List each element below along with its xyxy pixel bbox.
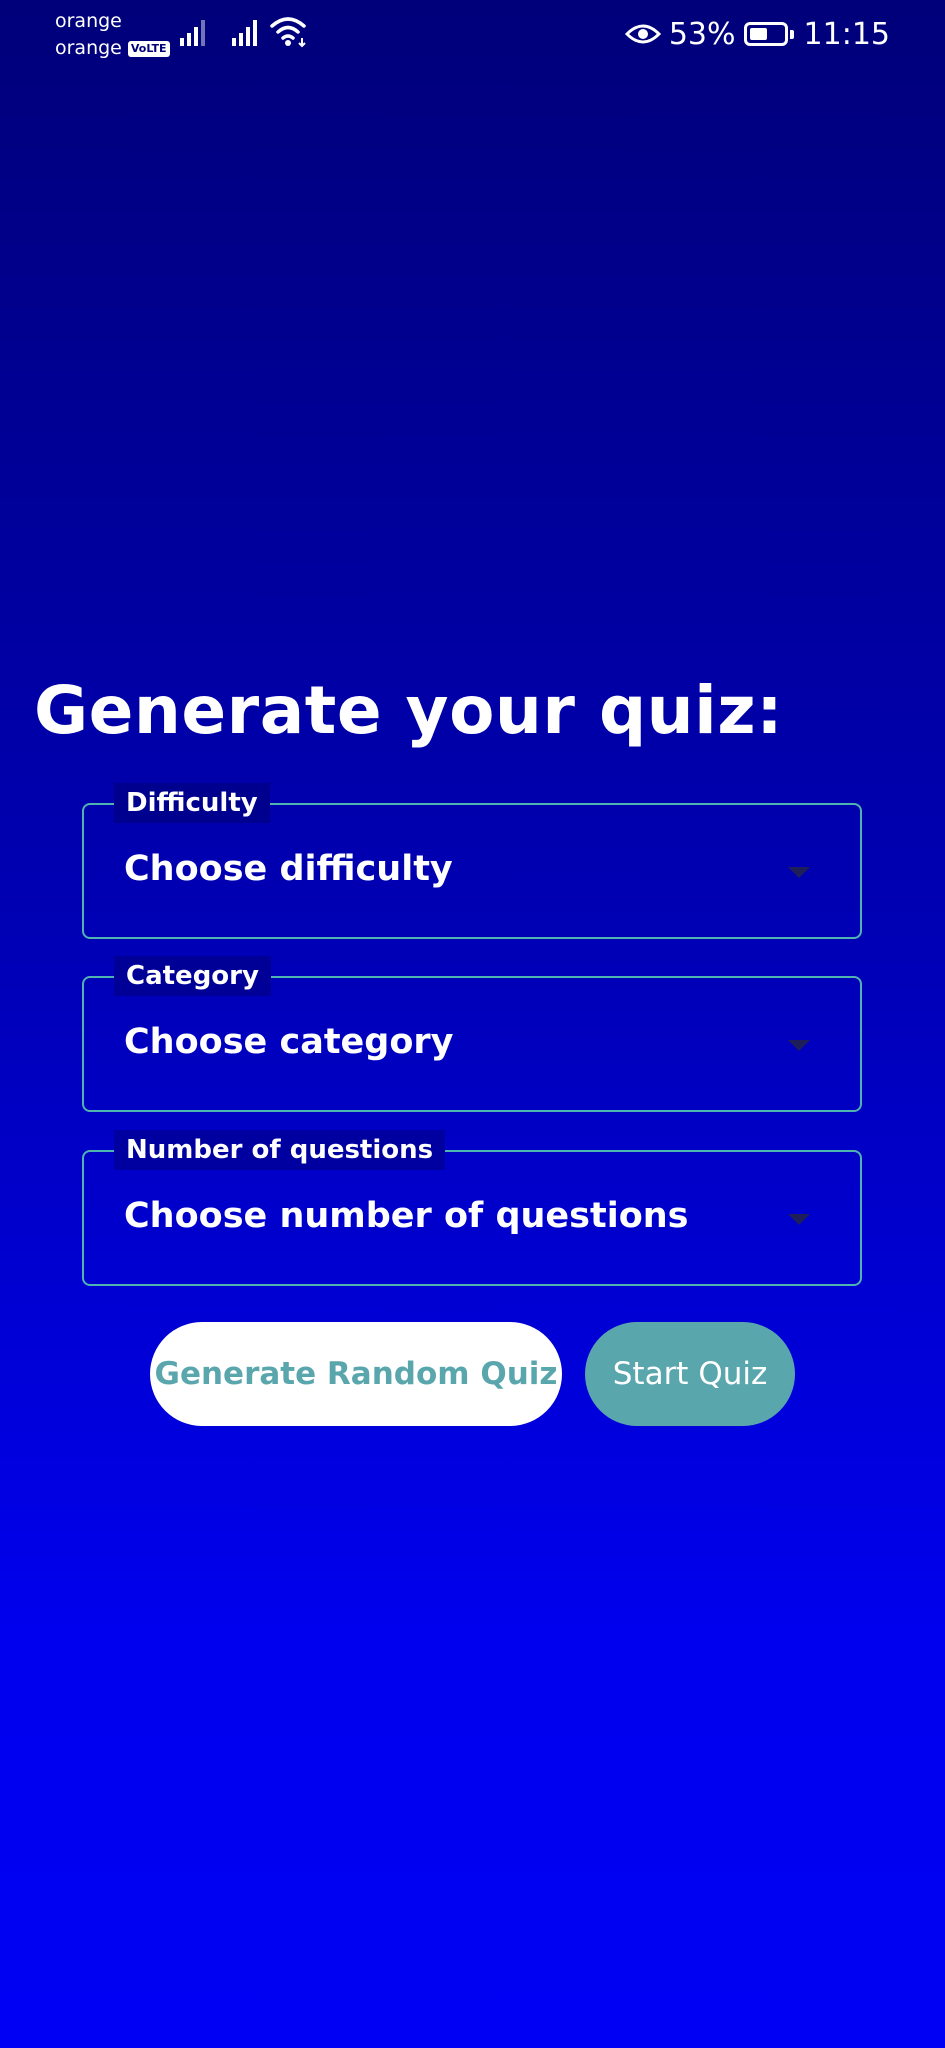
category-value: Choose category — [124, 1022, 454, 1062]
status-bar: orange orange VoLTE 53% 11:15 — [0, 0, 945, 70]
chevron-down-icon — [788, 1214, 810, 1225]
battery-icon — [743, 22, 794, 46]
battery-percent: 53% — [668, 16, 736, 52]
question-count-value: Choose number of questions — [124, 1196, 689, 1236]
start-quiz-button[interactable]: Start Quiz — [585, 1322, 795, 1426]
status-right: 53% 11:15 — [624, 14, 890, 54]
question-count-select[interactable]: Number of questions Choose number of que… — [82, 1130, 862, 1286]
page-title: Generate your quiz: — [34, 672, 784, 749]
carrier-info: orange orange VoLTE — [55, 8, 170, 62]
chevron-down-icon — [788, 1040, 810, 1051]
signal-icon — [232, 20, 257, 46]
volte-badge: VoLTE — [127, 40, 170, 57]
difficulty-label: Difficulty — [114, 783, 270, 823]
carrier-name-1: orange — [55, 10, 122, 32]
app-screen: orange orange VoLTE 53% 11:15 Generate y… — [0, 0, 945, 2048]
clock: 11:15 — [803, 16, 890, 52]
wifi-icon — [270, 17, 306, 48]
difficulty-select[interactable]: Difficulty Choose difficulty — [82, 783, 862, 939]
category-label: Category — [114, 956, 271, 996]
battery-level — [749, 28, 767, 40]
signal-icon — [180, 20, 205, 46]
eye-icon — [624, 24, 661, 44]
question-count-label: Number of questions — [114, 1130, 446, 1170]
generate-random-quiz-button[interactable]: Generate Random Quiz — [150, 1322, 562, 1426]
chevron-down-icon — [788, 867, 810, 878]
category-select[interactable]: Category Choose category — [82, 956, 862, 1112]
difficulty-value: Choose difficulty — [124, 849, 453, 889]
carrier-name-2: orange — [55, 37, 122, 59]
